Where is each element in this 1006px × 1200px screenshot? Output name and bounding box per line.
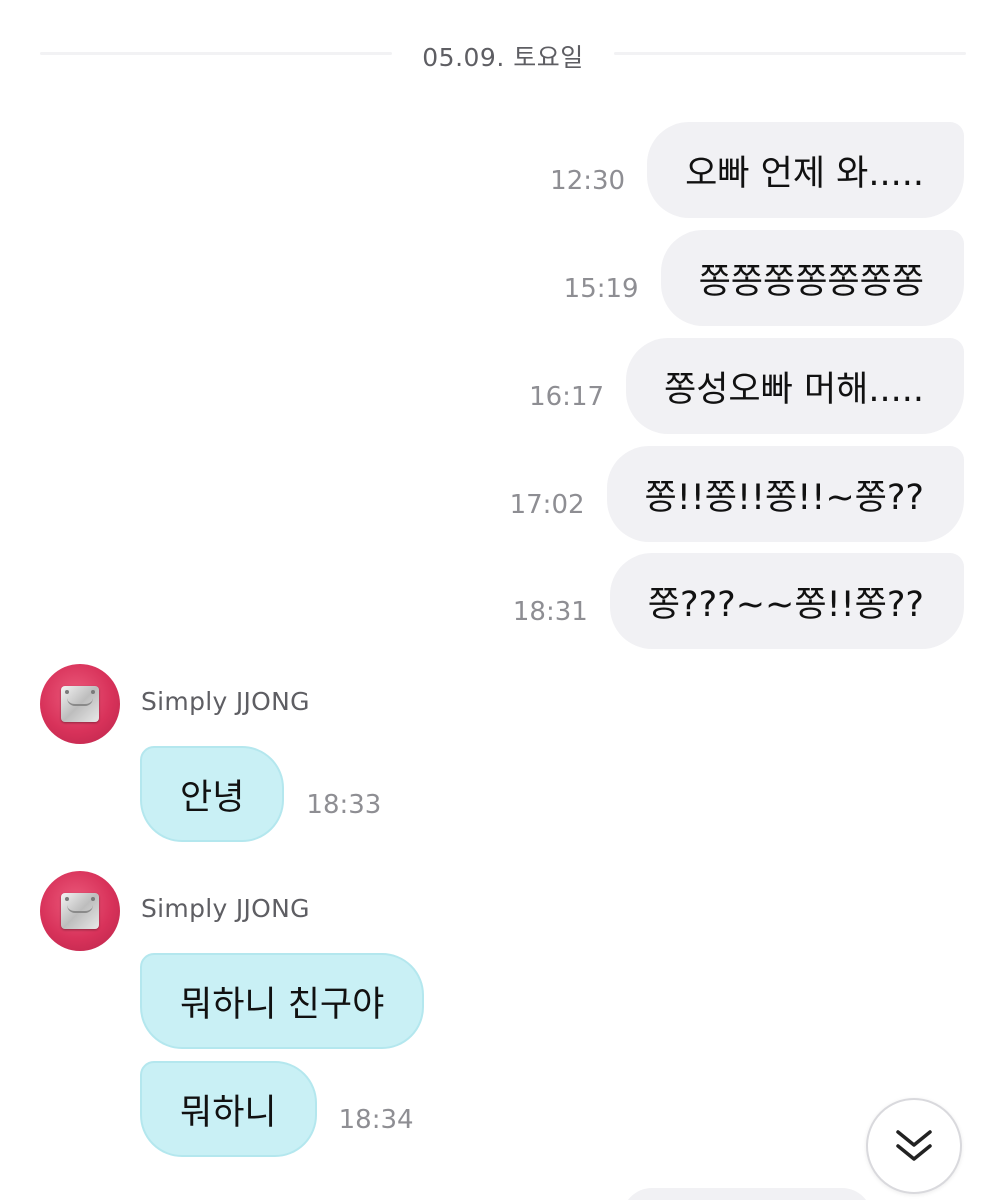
sent-message-row: 16:17 쫑성오빠 머해..... bbox=[529, 338, 964, 434]
avatar[interactable] bbox=[40, 871, 120, 951]
date-divider: 05.09. 토요일 bbox=[40, 28, 966, 78]
avatar[interactable] bbox=[40, 664, 120, 744]
message-time: 15:19 bbox=[563, 274, 639, 304]
scroll-to-bottom-button[interactable] bbox=[866, 1098, 962, 1194]
message-time: 16:17 bbox=[529, 382, 605, 412]
message-time: 17:02 bbox=[509, 490, 585, 520]
sent-message-row: 12:30 오빠 언제 와..... bbox=[550, 122, 964, 218]
sender-header: Simply JJONG bbox=[40, 664, 310, 744]
received-message-row: 뭐하니 친구야 bbox=[140, 953, 446, 1049]
sender-name: Simply JJONG bbox=[141, 686, 310, 716]
chat-screen: 05.09. 토요일 12:30 오빠 언제 와..... 15:19 쫑쫑쫑쫑… bbox=[0, 0, 1006, 1200]
received-message-bubble[interactable]: 뭐하니 bbox=[140, 1061, 317, 1157]
received-message-bubble[interactable]: 뭐하니 친구야 bbox=[140, 953, 425, 1049]
sent-message-bubble[interactable]: 오빠 언제 와..... bbox=[647, 122, 964, 218]
divider-line-right bbox=[614, 52, 966, 55]
sent-message-row: 18:31 쫑???~~쫑!!쫑?? bbox=[513, 553, 964, 649]
sent-message-bubble-partial bbox=[622, 1188, 872, 1200]
sent-message-bubble[interactable]: 쫑성오빠 머해..... bbox=[626, 338, 964, 434]
message-time: 12:30 bbox=[550, 166, 626, 196]
message-time: 18:33 bbox=[306, 790, 382, 820]
guitar-plate-icon bbox=[61, 893, 99, 929]
message-time: 18:31 bbox=[512, 597, 588, 627]
received-message-bubble[interactable]: 안녕 bbox=[140, 746, 285, 842]
sender-header: Simply JJONG bbox=[40, 871, 310, 951]
sent-message-bubble[interactable]: 쫑!!쫑!!쫑!!~쫑?? bbox=[606, 446, 964, 542]
sent-message-bubble[interactable]: 쫑???~~쫑!!쫑?? bbox=[609, 553, 964, 649]
received-message-row: 뭐하니 18:34 bbox=[140, 1061, 414, 1157]
message-time: 18:34 bbox=[338, 1105, 414, 1135]
guitar-plate-icon bbox=[61, 686, 99, 722]
sent-message-row: 17:02 쫑!!쫑!!쫑!!~쫑?? bbox=[510, 446, 964, 542]
double-chevron-down-icon bbox=[896, 1130, 932, 1161]
received-message-row: 안녕 18:33 bbox=[140, 746, 381, 842]
sender-name: Simply JJONG bbox=[141, 893, 310, 923]
date-label: 05.09. 토요일 bbox=[422, 43, 584, 72]
sent-message-bubble[interactable]: 쫑쫑쫑쫑쫑쫑쫑 bbox=[660, 230, 964, 326]
sent-message-row: 15:19 쫑쫑쫑쫑쫑쫑쫑 bbox=[564, 230, 964, 326]
